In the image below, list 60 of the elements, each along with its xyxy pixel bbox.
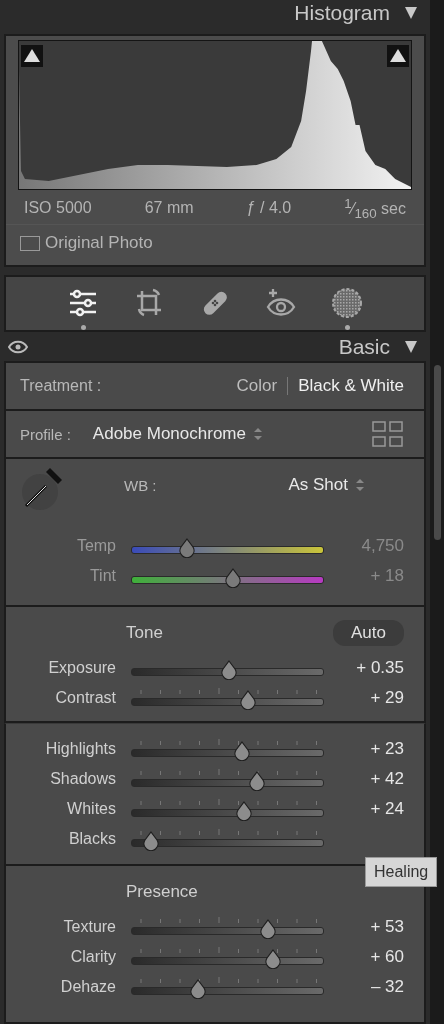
slider-value: + 42 <box>370 769 404 789</box>
slider-label: Blacks <box>67 830 116 848</box>
eye-icon[interactable] <box>8 339 28 354</box>
checkbox-label: Original Photo <box>45 233 153 254</box>
collapse-icon[interactable] <box>404 6 418 21</box>
updown-caret-icon <box>253 428 262 440</box>
panel-title: Histogram <box>294 1 390 26</box>
slider-thumb[interactable] <box>233 741 251 761</box>
collapse-icon[interactable] <box>404 339 418 354</box>
slider-label: Tint <box>88 567 116 585</box>
scrollbar-thumb[interactable] <box>433 365 441 540</box>
auto-button[interactable]: Auto <box>333 620 404 646</box>
slider-label: Exposure <box>47 659 116 677</box>
tool-button[interactable] <box>331 287 363 331</box>
mask-icon <box>331 287 363 320</box>
checkbox[interactable] <box>20 235 40 251</box>
slider-thumb[interactable] <box>188 979 207 999</box>
tooltip: Healing <box>365 857 438 887</box>
panel-title: Basic <box>338 334 390 359</box>
highlight-clipping-icon[interactable] <box>387 45 409 68</box>
slider-thumb[interactable] <box>247 771 266 791</box>
treatment-option[interactable]: Color <box>226 376 288 396</box>
profile-label: Profile : <box>20 425 71 443</box>
slider-value: + 0.35 <box>356 658 404 678</box>
slider-label: Whites <box>66 800 116 818</box>
slider-label: Texture <box>62 918 116 936</box>
tool-button[interactable] <box>67 287 99 331</box>
slider-label: Dehaze <box>59 978 116 996</box>
updown-caret-icon <box>356 479 364 491</box>
slider-value: + 18 <box>370 566 404 586</box>
wb-label: WB : <box>124 476 157 494</box>
slider-value: + 23 <box>370 739 404 759</box>
photo-info: ISO 5000 <box>24 199 92 218</box>
slider-value: + 29 <box>370 688 404 708</box>
slider-thumb[interactable] <box>238 690 257 710</box>
photo-info: 67 mm <box>144 199 194 218</box>
slider-label: Clarity <box>69 948 116 966</box>
slider-thumb[interactable] <box>234 801 253 821</box>
slider-thumb[interactable] <box>258 919 277 939</box>
slider-label: Contrast <box>54 689 116 707</box>
photo-info: ƒ / 4.0 <box>246 199 292 218</box>
slider-value: 4,750 <box>361 536 404 556</box>
section-title: Tone <box>126 623 163 643</box>
shadow-clipping-icon[interactable] <box>21 45 43 68</box>
slider-value: – 32 <box>370 977 404 997</box>
slider-thumb[interactable] <box>220 660 239 680</box>
wb-dropdown[interactable]: As Shot <box>288 475 348 495</box>
slider-value: + 53 <box>370 917 404 937</box>
slider-value: + 24 <box>370 799 404 819</box>
shutter-speed: $^{1}$⁄$_{160}$ sec <box>344 195 406 222</box>
slider-label: Temp <box>75 537 116 555</box>
slider-label: Highlights <box>44 740 116 758</box>
slider-thumb[interactable] <box>142 831 161 851</box>
treatment-label: Treatment : <box>20 377 102 395</box>
slider-label: Shadows <box>49 770 116 788</box>
section-title: Presence <box>126 882 198 902</box>
slider-thumb[interactable] <box>264 949 283 969</box>
slider-value: + 60 <box>370 947 404 967</box>
treatment-option[interactable]: Black & White <box>288 376 404 396</box>
profile-dropdown[interactable]: Adobe Monochrome <box>92 424 246 444</box>
